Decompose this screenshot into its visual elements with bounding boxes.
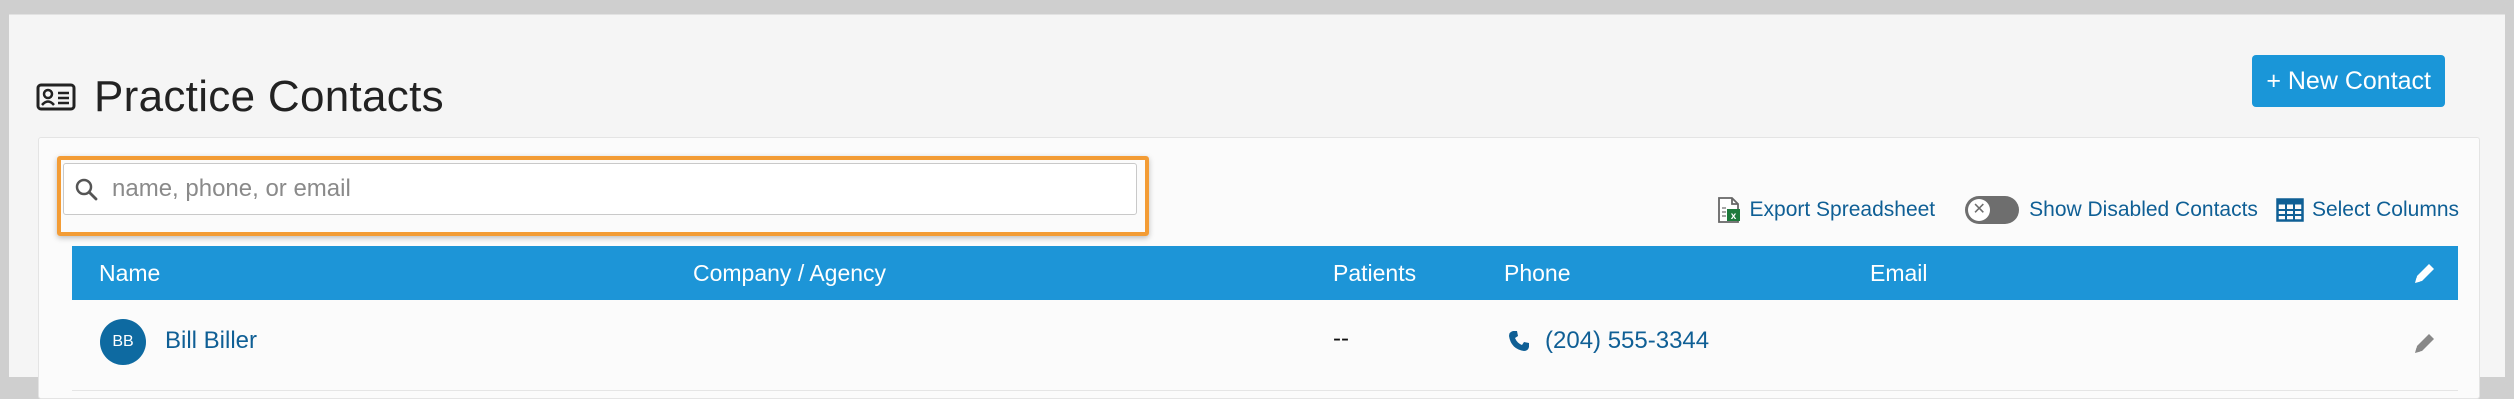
pencil-icon[interactable] <box>2412 260 2438 292</box>
table-grid-icon <box>2276 198 2304 222</box>
search-field[interactable] <box>63 163 1137 215</box>
column-header-name[interactable]: Name <box>99 260 160 287</box>
contact-card-icon <box>36 81 78 113</box>
show-disabled-label: Show Disabled Contacts <box>2029 198 2258 221</box>
search-icon <box>74 176 100 202</box>
phone-number: (204) 555-3344 <box>1545 327 1710 354</box>
patients-value: -- <box>1333 325 1349 352</box>
svg-text:x: x <box>1730 211 1736 222</box>
table-row[interactable]: BB Bill Biller -- (204) 555-3344 <box>72 300 2458 391</box>
x-icon: ✕ <box>1968 199 1991 221</box>
toggle-switch[interactable]: ✕ <box>1965 196 2020 224</box>
export-spreadsheet-label: Export Spreadsheet <box>1749 198 1936 221</box>
table-header: Name Company / Agency Patients Phone Ema… <box>72 246 2458 300</box>
column-header-company[interactable]: Company / Agency <box>693 260 886 287</box>
spreadsheet-icon: x <box>1716 196 1742 224</box>
table-toolbar: x Export Spreadsheet ✕ Show Disabled Con… <box>1716 190 2459 230</box>
page-header: Practice Contacts <box>36 57 444 137</box>
export-spreadsheet-button[interactable]: x Export Spreadsheet <box>1716 196 1936 224</box>
phone-icon <box>1507 329 1531 353</box>
page-title: Practice Contacts <box>94 72 444 121</box>
app-frame: Practice Contacts + New Contact name, ph… <box>9 14 2505 399</box>
column-header-patients[interactable]: Patients <box>1333 260 1416 287</box>
show-disabled-toggle[interactable]: ✕ Show Disabled Contacts <box>1965 196 2258 224</box>
new-contact-button[interactable]: + New Contact <box>2252 55 2445 107</box>
avatar: BB <box>100 319 146 365</box>
select-columns-button[interactable]: Select Columns <box>2276 198 2459 222</box>
select-columns-label: Select Columns <box>2311 198 2459 221</box>
contact-name-link[interactable]: Bill Biller <box>165 327 257 355</box>
search-input[interactable] <box>110 174 1136 204</box>
column-header-phone[interactable]: Phone <box>1504 260 1571 287</box>
phone-link[interactable]: (204) 555-3344 <box>1507 327 1709 355</box>
contacts-card: x Export Spreadsheet ✕ Show Disabled Con… <box>38 137 2480 399</box>
column-header-email[interactable]: Email <box>1870 260 1928 287</box>
pencil-icon[interactable] <box>2412 330 2438 361</box>
